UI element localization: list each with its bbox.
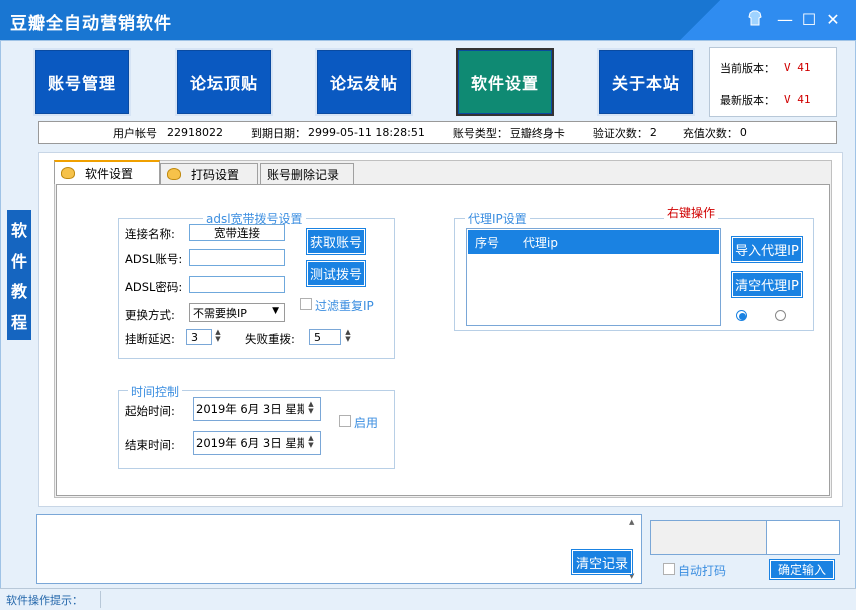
hang-delay-spinner[interactable]: ▲ ▼ bbox=[214, 329, 222, 343]
col-ip-header: 代理ip bbox=[523, 235, 558, 250]
enable-time-checkbox[interactable] bbox=[339, 415, 351, 427]
get-account-button[interactable]: 获取账号 bbox=[307, 229, 365, 254]
confirm-input-button[interactable]: 确定输入 bbox=[770, 560, 834, 579]
tab-captcha-settings[interactable]: 打码设置 bbox=[160, 163, 258, 184]
proxy-mode-radio-1[interactable] bbox=[736, 310, 747, 321]
latest-version-label: 最新版本： bbox=[720, 94, 775, 107]
time-control-title: 时间控制 bbox=[128, 383, 183, 400]
tab-label: 打码设置 bbox=[191, 167, 240, 182]
version-panel: 当前版本： V 41 最新版本： V 41 bbox=[709, 47, 837, 117]
adsl-password-label: ADSL密码: bbox=[125, 280, 183, 294]
current-version-label: 当前版本： bbox=[720, 62, 775, 75]
start-time-label: 起始时间: bbox=[125, 404, 175, 418]
nav-forum-post-button[interactable]: 论坛发帖 bbox=[315, 48, 413, 116]
end-time-label: 结束时间: bbox=[125, 438, 175, 452]
verify-value: 2 bbox=[649, 126, 657, 139]
tutorial-char: 教 bbox=[10, 282, 27, 302]
type-value: 豆瓣终身卡 bbox=[509, 126, 565, 140]
hang-delay-label: 挂断延迟: bbox=[125, 332, 175, 346]
adsl-account-label: ADSL账号: bbox=[125, 252, 183, 266]
auto-captcha-label: 自动打码 bbox=[678, 564, 727, 578]
hang-delay-input[interactable]: 3 bbox=[186, 329, 212, 345]
nav-forum-top-button[interactable]: 论坛顶贴 bbox=[175, 48, 273, 116]
status-divider bbox=[100, 591, 101, 608]
end-time-value: 2019年 6月 3日 星期 bbox=[196, 436, 304, 450]
enable-time-label: 启用 bbox=[354, 416, 379, 430]
status-bar: 软件操作提示： bbox=[0, 588, 856, 610]
tab-software-settings[interactable]: 软件设置 bbox=[54, 160, 160, 184]
skin-icon[interactable] bbox=[745, 10, 765, 30]
col-index-header: 序号 bbox=[475, 235, 500, 250]
scroll-up-icon[interactable]: ▲ bbox=[629, 518, 634, 526]
chevron-down-icon: ▼ bbox=[272, 306, 279, 316]
nav-about-button[interactable]: 关于本站 bbox=[597, 48, 695, 116]
retry-input[interactable]: 5 bbox=[309, 329, 341, 345]
import-proxy-button[interactable]: 导入代理IP bbox=[732, 237, 802, 262]
log-textarea[interactable] bbox=[36, 514, 642, 584]
proxy-mode-radio-2[interactable] bbox=[775, 310, 786, 321]
tab-account-delete-log[interactable]: 账号删除记录 bbox=[260, 163, 354, 184]
expire-value: 2999-05-11 18:28:51 bbox=[308, 126, 425, 139]
retry-label: 失败重拨: bbox=[245, 332, 295, 346]
account-info-bar: 用户帐号 22918022 到期日期： 2999-05-11 18:28:51 … bbox=[38, 121, 837, 144]
type-label: 账号类型： bbox=[452, 126, 508, 140]
conn-name-input[interactable]: 宽带连接 bbox=[189, 224, 285, 241]
tab-chat-icon bbox=[61, 167, 75, 179]
adsl-password-input[interactable] bbox=[189, 276, 285, 293]
right-click-hint: 右键操作 bbox=[664, 204, 719, 221]
close-icon[interactable]: ✕ bbox=[823, 10, 843, 30]
proxy-group-title: 代理IP设置 bbox=[465, 210, 530, 227]
test-dial-button[interactable]: 测试拨号 bbox=[307, 261, 365, 286]
captcha-input[interactable] bbox=[766, 520, 840, 555]
current-version-value: V 41 bbox=[784, 61, 811, 74]
expire-label: 到期日期： bbox=[251, 126, 306, 140]
status-hint-label: 软件操作提示： bbox=[6, 594, 83, 607]
filter-dup-ip-checkbox[interactable] bbox=[300, 298, 312, 310]
tutorial-char: 程 bbox=[10, 312, 27, 332]
nav-settings-button[interactable]: 软件设置 bbox=[456, 48, 554, 116]
start-time-value: 2019年 6月 3日 星期 bbox=[196, 402, 304, 416]
minimize-icon[interactable]: — bbox=[775, 10, 795, 30]
maximize-icon[interactable]: ☐ bbox=[799, 10, 819, 30]
end-time-spinner[interactable]: ▲ ▼ bbox=[307, 435, 315, 449]
conn-name-label: 连接名称: bbox=[125, 227, 175, 241]
software-tutorial-button[interactable]: 软 件 教 程 bbox=[7, 210, 31, 340]
clear-log-button[interactable]: 清空记录 bbox=[572, 550, 632, 574]
recharge-value: 0 bbox=[739, 126, 747, 139]
start-time-picker[interactable]: 2019年 6月 3日 星期 bbox=[193, 397, 321, 421]
mode-label: 更换方式: bbox=[125, 308, 175, 322]
user-label: 用户帐号 bbox=[113, 126, 157, 140]
user-value: 22918022 bbox=[167, 126, 223, 139]
filter-dup-ip-label: 过滤重复IP bbox=[315, 299, 374, 313]
recharge-label: 充值次数： bbox=[682, 126, 738, 140]
mode-select[interactable]: 不需要换IP ▼ bbox=[189, 303, 285, 322]
start-time-spinner[interactable]: ▲ ▼ bbox=[307, 401, 315, 415]
captcha-image bbox=[650, 520, 767, 555]
tab-label: 账号删除记录 bbox=[267, 167, 340, 182]
latest-version-value: V 41 bbox=[784, 93, 811, 106]
tutorial-char: 软 bbox=[10, 221, 27, 241]
end-time-picker[interactable]: 2019年 6月 3日 星期 bbox=[193, 431, 321, 455]
proxy-list-header: 序号 代理ip bbox=[468, 230, 719, 254]
mode-select-value: 不需要换IP bbox=[193, 306, 247, 320]
tutorial-char: 件 bbox=[10, 251, 27, 271]
verify-label: 验证次数： bbox=[592, 126, 648, 140]
retry-spinner[interactable]: ▲ ▼ bbox=[344, 329, 352, 343]
window-title: 豆瓣全自动营销软件 bbox=[10, 14, 172, 34]
adsl-account-input[interactable] bbox=[189, 249, 285, 266]
tab-chat-icon bbox=[167, 168, 181, 180]
auto-captcha-checkbox[interactable] bbox=[663, 563, 675, 575]
clear-proxy-button[interactable]: 清空代理IP bbox=[732, 272, 802, 297]
nav-account-button[interactable]: 账号管理 bbox=[33, 48, 131, 116]
tab-label: 软件设置 bbox=[85, 166, 134, 181]
